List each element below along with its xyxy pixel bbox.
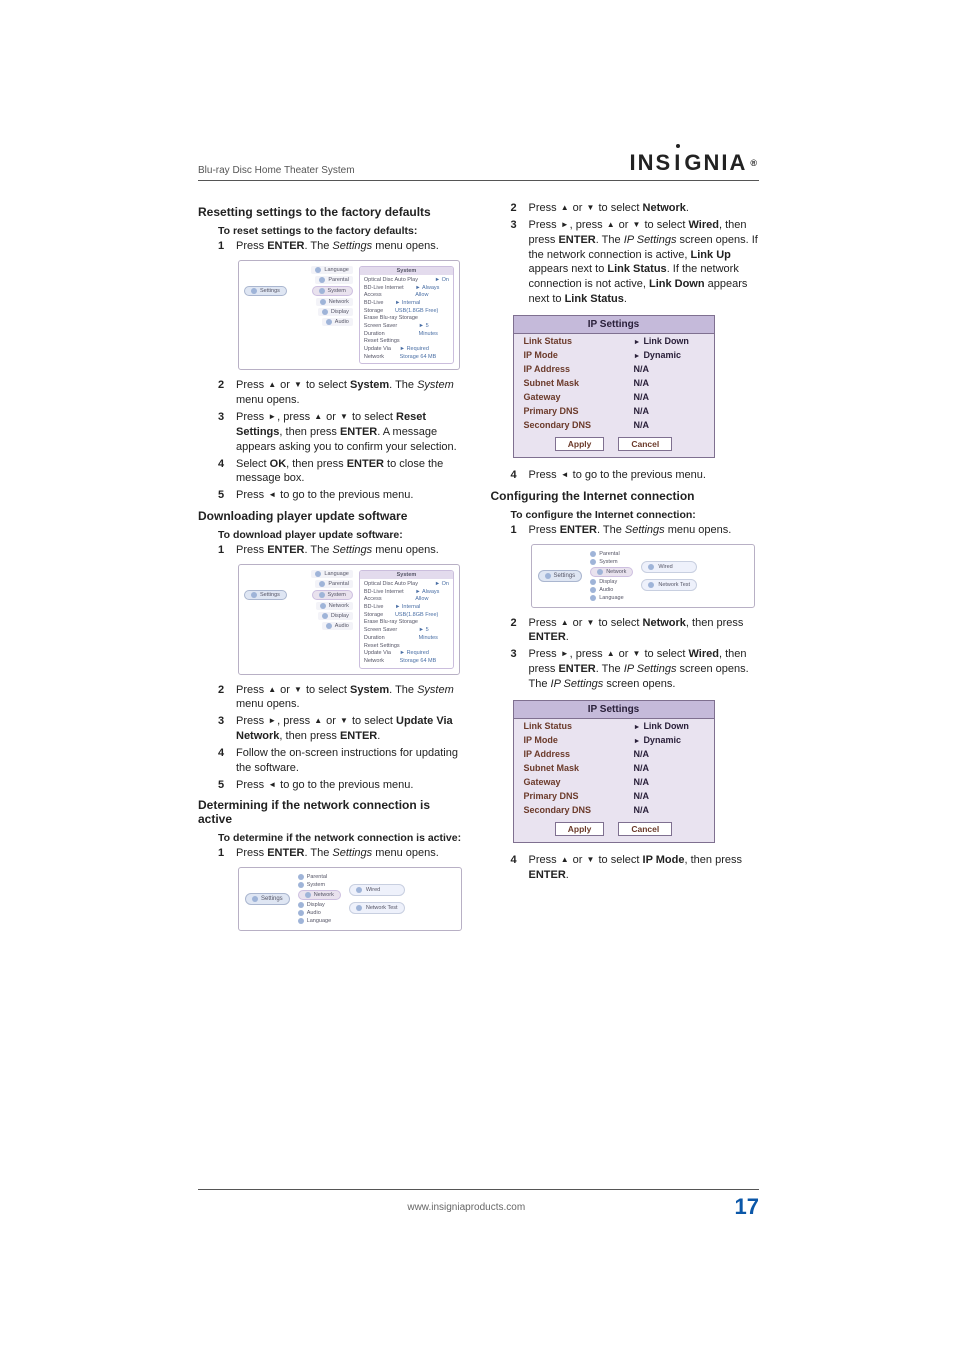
configure-steps-b: 2Press ▲ or ▼ to select Network, then pr… — [511, 616, 760, 692]
settings-icon — [545, 573, 551, 579]
section-download-title: Downloading player update software — [198, 509, 467, 523]
settings-system-screenshot-2: SettingsLanguageParentalSystemNetworkDis… — [238, 564, 460, 675]
download-steps: 1Press ENTER. The Settings menu opens. — [218, 543, 467, 558]
section-configure-title: Configuring the Internet connection — [491, 489, 760, 503]
section-determine-title: Determining if the network connection is… — [198, 798, 467, 826]
section-download-sub: To download player update software: — [218, 529, 467, 541]
right-column: 2Press ▲ or ▼ to select Network.3Press ►… — [491, 199, 760, 939]
configure-steps-a: 1Press ENTER. The Settings menu opens. — [511, 523, 760, 538]
page-number: 17 — [735, 1194, 759, 1220]
left-column: Resetting settings to the factory defaul… — [198, 199, 467, 939]
page-header: Blu-ray Disc Home Theater System INSIGNI… — [198, 150, 759, 181]
reset-steps-cont: 2Press ▲ or ▼ to select System. The Syst… — [218, 378, 467, 503]
download-steps-cont: 2Press ▲ or ▼ to select System. The Syst… — [218, 683, 467, 793]
settings-system-screenshot: SettingsLanguageParentalSystemNetworkDis… — [238, 260, 460, 371]
settings-network-screenshot-2: SettingsParentalSystemNetworkDisplayAudi… — [531, 544, 755, 608]
determine-steps: 1Press ENTER. The Settings menu opens. — [218, 846, 467, 861]
settings-icon — [251, 288, 257, 294]
ip-settings-panel: IP SettingsLink Status►Link DownIP Mode►… — [513, 315, 715, 458]
footer-url: www.insigniaproducts.com — [407, 1202, 525, 1213]
reset-steps: 1Press ENTER. The Settings menu opens. — [218, 239, 467, 254]
section-reset-sub: To reset settings to the factory default… — [218, 225, 467, 237]
configure-steps-c: 4Press ▲ or ▼ to select IP Mode, then pr… — [511, 853, 760, 883]
determine-steps-cont-a: 2Press ▲ or ▼ to select Network.3Press ►… — [511, 201, 760, 307]
doc-title: Blu-ray Disc Home Theater System — [198, 165, 355, 176]
section-configure-sub: To configure the Internet connection: — [511, 509, 760, 521]
settings-icon — [252, 896, 258, 902]
apply-button[interactable]: Apply — [555, 822, 605, 836]
cancel-button[interactable]: Cancel — [618, 437, 672, 451]
section-determine-sub: To determine if the network connection i… — [218, 832, 467, 844]
settings-icon — [251, 592, 257, 598]
cancel-button[interactable]: Cancel — [618, 822, 672, 836]
settings-network-screenshot: SettingsParentalSystemNetworkDisplayAudi… — [238, 867, 462, 931]
determine-steps-cont-b: 4Press ◄ to go to the previous menu. — [511, 468, 760, 483]
page-footer: www.insigniaproducts.com 17 — [198, 1189, 759, 1220]
section-reset-title: Resetting settings to the factory defaul… — [198, 205, 467, 219]
apply-button[interactable]: Apply — [555, 437, 605, 451]
brand-logo: INSIGNIA® — [630, 150, 759, 176]
ip-settings-panel-2: IP SettingsLink Status►Link DownIP Mode►… — [513, 700, 715, 843]
